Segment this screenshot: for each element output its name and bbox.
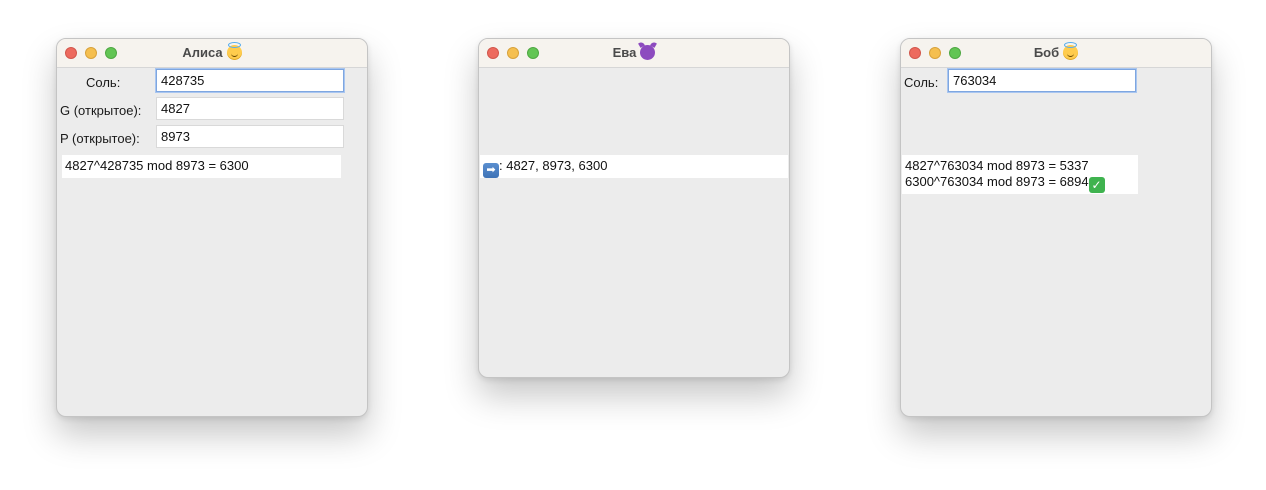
right-arrow-icon: ➡ <box>483 163 499 178</box>
bob-titlebar[interactable]: Боб <box>901 39 1211 68</box>
salt-label: Соль: <box>86 75 121 90</box>
salt-label: Соль: <box>904 75 939 90</box>
salt-input[interactable] <box>156 69 344 92</box>
alice-result: 4827^428735 mod 8973 = 6300 <box>62 155 341 178</box>
window-title-text: Ева <box>612 45 637 60</box>
bob-result: 4827^763034 mod 8973 = 5337 6300^763034 … <box>902 155 1138 194</box>
window-title: Ева <box>479 45 789 60</box>
smiling-face-with-horns-icon <box>640 45 656 60</box>
g-public-input[interactable] <box>156 97 344 120</box>
eve-intercept-text: : 4827, 8973, 6300 <box>499 158 608 173</box>
bob-window: Боб Соль: 4827^763034 mod 8973 = 5337 63… <box>900 38 1212 417</box>
window-title-text: Алиса <box>182 45 223 60</box>
alice-titlebar[interactable]: Алиса <box>57 39 367 68</box>
smiling-face-with-halo-icon <box>1063 42 1079 60</box>
bob-result-line-2: 6300^763034 mod 8973 = 6894 ✓ <box>905 174 1135 193</box>
alice-window: Алиса Соль: G (открытое): P (открытое): … <box>56 38 368 417</box>
window-title: Боб <box>901 42 1211 60</box>
g-public-label: G (открытое): <box>60 103 142 118</box>
eve-window: Ева ➡: 4827, 8973, 6300 <box>478 38 790 378</box>
eve-intercept: ➡: 4827, 8973, 6300 <box>480 155 788 178</box>
salt-input[interactable] <box>948 69 1136 92</box>
p-public-label: P (открытое): <box>60 131 140 146</box>
smiling-face-with-halo-icon <box>226 42 242 60</box>
window-title-text: Боб <box>1033 45 1060 60</box>
p-public-input[interactable] <box>156 125 344 148</box>
check-mark-button-icon: ✓ <box>1088 177 1105 193</box>
window-title: Алиса <box>57 42 367 60</box>
bob-result-line-2-text: 6300^763034 mod 8973 = 6894 <box>905 174 1089 189</box>
bob-result-line-1: 4827^763034 mod 8973 = 5337 <box>905 158 1089 173</box>
eve-titlebar[interactable]: Ева <box>479 39 789 68</box>
